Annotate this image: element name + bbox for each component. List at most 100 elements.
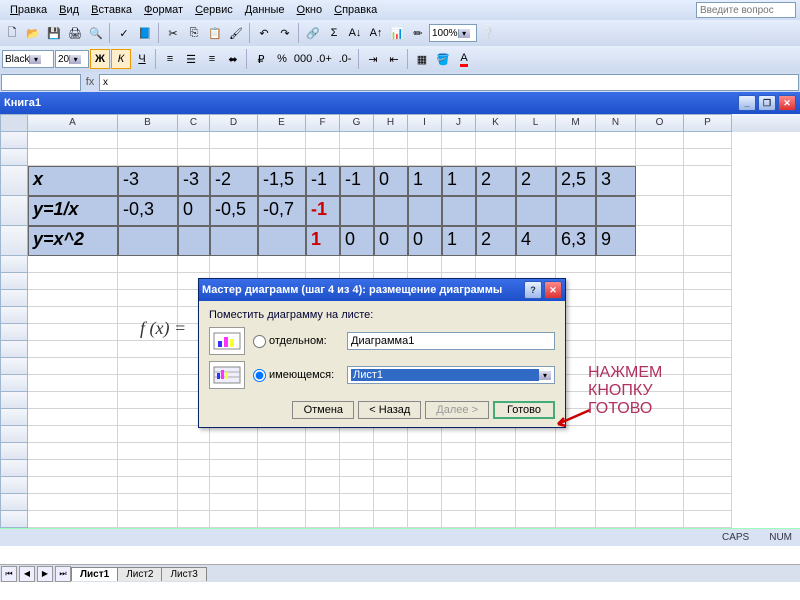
sum-icon[interactable]: Σ [324,23,344,43]
col-header-N[interactable]: N [596,114,636,132]
cell[interactable] [28,341,118,358]
menu-Правка[interactable]: Правка [4,2,53,18]
dec-decimal-icon[interactable]: .0- [335,49,355,69]
new-icon[interactable]: 🗋 [2,23,22,43]
cell[interactable] [118,426,178,443]
row-header[interactable] [0,409,28,426]
tab-nav-first[interactable]: ⏮ [1,566,17,582]
col-header-A[interactable]: A [28,114,118,132]
cell[interactable] [476,426,516,443]
cell[interactable] [636,443,684,460]
cell[interactable] [442,443,476,460]
col-header-G[interactable]: G [340,114,374,132]
cell[interactable] [556,132,596,149]
data-cell[interactable]: -1,5 [258,166,306,196]
cell[interactable] [306,443,340,460]
cell[interactable] [118,132,178,149]
data-cell[interactable]: -3 [178,166,210,196]
cell[interactable] [442,426,476,443]
radio-existing-sheet[interactable]: имеющемся: [253,369,339,382]
cell[interactable] [306,426,340,443]
data-cell[interactable]: -1 [306,196,340,226]
data-cell[interactable]: -0,3 [118,196,178,226]
zoom-combo[interactable]: 100%▾ [429,24,477,42]
row-header[interactable] [0,494,28,511]
cell[interactable] [374,256,408,273]
sheet-tab-Лист1[interactable]: Лист1 [71,567,118,581]
cell[interactable] [596,132,636,149]
cell[interactable] [516,132,556,149]
cell[interactable] [684,358,732,375]
cell[interactable] [178,460,210,477]
research-icon[interactable]: 📘 [135,23,155,43]
cell[interactable] [636,256,684,273]
row-header[interactable] [0,324,28,341]
cell[interactable] [28,307,118,324]
cell[interactable] [118,341,178,358]
data-cell[interactable]: 2,5 [556,166,596,196]
col-header-O[interactable]: O [636,114,684,132]
cell[interactable] [636,226,684,256]
cell[interactable] [636,166,684,196]
percent-icon[interactable]: % [272,49,292,69]
data-cell[interactable] [258,226,306,256]
data-cell[interactable]: -3 [118,166,178,196]
cell[interactable] [516,426,556,443]
cell[interactable] [258,149,306,166]
close-button[interactable]: ✕ [778,95,796,111]
col-header-E[interactable]: E [258,114,306,132]
cell[interactable] [516,494,556,511]
data-cell[interactable]: 2 [476,166,516,196]
undo-icon[interactable]: ↶ [254,23,274,43]
cell[interactable] [306,460,340,477]
cell[interactable] [442,494,476,511]
dialog-close-button[interactable]: ✕ [544,281,562,299]
cell[interactable] [28,375,118,392]
cell[interactable] [210,494,258,511]
cell[interactable] [476,256,516,273]
cell[interactable] [636,196,684,226]
cell[interactable] [596,341,636,358]
cell[interactable] [340,443,374,460]
cell[interactable] [636,477,684,494]
cell[interactable] [636,307,684,324]
cell[interactable] [556,477,596,494]
cell[interactable] [596,273,636,290]
data-cell[interactable]: 2 [476,226,516,256]
cell[interactable] [258,256,306,273]
cell[interactable] [476,460,516,477]
dec-indent-icon[interactable]: ⇤ [384,49,404,69]
cell[interactable] [442,460,476,477]
cell[interactable] [636,149,684,166]
cell[interactable] [596,460,636,477]
inc-decimal-icon[interactable]: .0+ [314,49,334,69]
cell[interactable] [118,273,178,290]
open-icon[interactable]: 📂 [23,23,43,43]
cell[interactable] [596,426,636,443]
cell[interactable] [684,511,732,528]
cell[interactable] [596,477,636,494]
data-row-header[interactable]: y=1/x [28,196,118,226]
cell[interactable] [28,426,118,443]
col-header-P[interactable]: P [684,114,732,132]
cell[interactable] [596,307,636,324]
cell[interactable] [408,256,442,273]
cell[interactable] [408,494,442,511]
menu-Вид[interactable]: Вид [53,2,85,18]
comma-icon[interactable]: 000 [293,49,313,69]
cell[interactable] [118,290,178,307]
row-header[interactable] [0,375,28,392]
cell[interactable] [516,149,556,166]
merge-icon[interactable]: ⬌ [223,49,243,69]
cell[interactable] [636,132,684,149]
tab-nav-prev[interactable]: ◀ [19,566,35,582]
cell[interactable] [684,256,732,273]
cell[interactable] [178,511,210,528]
redo-icon[interactable]: ↷ [275,23,295,43]
cell[interactable] [476,132,516,149]
row-header[interactable] [0,256,28,273]
cell[interactable] [684,196,732,226]
cell[interactable] [516,443,556,460]
cell[interactable] [340,256,374,273]
cell[interactable] [476,494,516,511]
